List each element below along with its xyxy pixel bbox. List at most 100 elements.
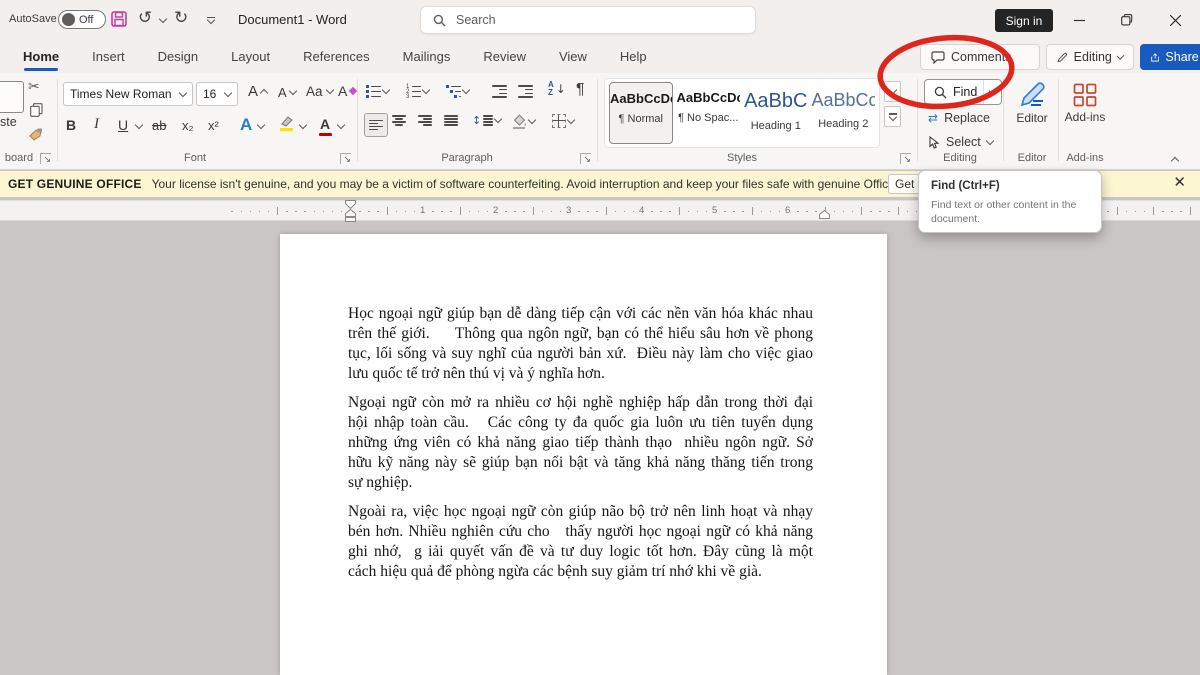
paragraph-2[interactable]: Ngoại ngữ còn mở ra nhiều cơ hội nghề ng… xyxy=(348,393,813,493)
underline-button[interactable]: U xyxy=(118,117,128,133)
ruler-tick xyxy=(368,211,370,213)
cursor-icon xyxy=(928,136,940,149)
font-color-button[interactable]: A xyxy=(320,116,330,132)
find-dropdown-button[interactable] xyxy=(983,80,1001,104)
copy-button[interactable] xyxy=(30,103,43,117)
hanging-indent-marker[interactable] xyxy=(345,209,356,222)
paragraph-1[interactable]: Học ngoại ngữ giúp bạn dễ dàng tiếp cận … xyxy=(348,304,813,384)
format-painter-button[interactable] xyxy=(28,128,43,142)
clipboard-dialog-launcher[interactable]: ↘ xyxy=(40,153,51,164)
highlight-button[interactable] xyxy=(278,115,295,132)
borders-button[interactable] xyxy=(552,114,574,128)
find-button[interactable]: Find xyxy=(924,79,1002,105)
numbering-button[interactable]: 123 xyxy=(406,85,429,98)
select-button[interactable]: Select xyxy=(928,135,993,149)
cut-button[interactable]: ✂ xyxy=(28,79,40,95)
tab-mailings[interactable]: Mailings xyxy=(400,40,454,73)
document-page[interactable]: Học ngoại ngữ giúp bạn dễ dàng tiếp cận … xyxy=(280,234,887,675)
bold-button[interactable]: B xyxy=(66,117,76,133)
share-button[interactable]: Share xyxy=(1140,44,1200,70)
highlight-dropdown-icon[interactable] xyxy=(299,121,307,129)
sign-in-button[interactable]: Sign in xyxy=(995,9,1053,32)
sort-button[interactable]: AZ ↓ xyxy=(548,81,566,97)
grow-font-button[interactable]: A xyxy=(248,83,267,100)
clear-formatting-button[interactable]: A xyxy=(338,83,356,99)
ribbon: ste ✂ board ↘ Times New Roman 16 A A Aa … xyxy=(0,73,1200,170)
add-ins-button[interactable]: Add-ins xyxy=(1062,83,1108,124)
collapse-ribbon-button[interactable] xyxy=(1171,157,1179,165)
subscript-button[interactable]: x₂ xyxy=(182,118,194,133)
tab-review[interactable]: Review xyxy=(480,40,529,73)
tab-references[interactable]: References xyxy=(300,40,372,73)
tab-home[interactable]: Home xyxy=(20,40,62,73)
ruler-tick xyxy=(377,211,379,213)
shrink-font-button[interactable]: A xyxy=(278,85,296,100)
editing-mode-label: Editing xyxy=(1074,50,1112,64)
superscript-button[interactable]: x² xyxy=(208,118,219,133)
banner-close-icon[interactable]: ✕ xyxy=(1173,173,1186,191)
text-effects-dropdown-icon[interactable] xyxy=(257,121,265,129)
editor-button[interactable]: Editor xyxy=(1012,81,1052,125)
strikethrough-button[interactable]: ab xyxy=(152,118,166,133)
text-effects-button[interactable]: A xyxy=(240,115,252,135)
comments-button[interactable]: Comments xyxy=(920,44,1040,70)
tab-insert[interactable]: Insert xyxy=(89,40,128,73)
chevron-down-icon xyxy=(1117,52,1125,60)
redo-button[interactable]: ↻ xyxy=(174,8,188,28)
replace-button[interactable]: ⇄ Replace xyxy=(928,111,990,125)
style-no-spac[interactable]: AaBbCcDc¶ No Spac... xyxy=(677,82,741,144)
save-button[interactable] xyxy=(110,10,128,28)
style-heading-1[interactable]: AaBbCHeading 1 xyxy=(744,82,808,144)
save-icon xyxy=(110,10,128,28)
change-case-button[interactable]: Aa xyxy=(306,84,333,99)
styles-more-button[interactable] xyxy=(884,106,901,127)
paragraph-3[interactable]: Ngoài ra, việc học ngoại ngữ còn giúp nã… xyxy=(348,502,813,582)
style-heading-2[interactable]: AaBbCcHeading 2 xyxy=(812,82,876,144)
restore-button[interactable] xyxy=(1110,5,1144,35)
tab-help[interactable]: Help xyxy=(617,40,650,73)
customize-quick-access-button[interactable] xyxy=(200,9,222,31)
undo-button[interactable]: ↺ xyxy=(138,8,152,28)
autosave-toggle[interactable]: Off xyxy=(58,10,106,29)
tab-layout[interactable]: Layout xyxy=(228,40,273,73)
font-size-select[interactable]: 16 xyxy=(196,82,238,106)
find-button-main[interactable]: Find xyxy=(925,85,983,99)
paragraph-dialog-launcher[interactable]: ↘ xyxy=(580,153,591,164)
close-button[interactable] xyxy=(1158,5,1192,35)
align-center-button[interactable] xyxy=(392,115,406,126)
font-group-label: Font xyxy=(130,152,260,164)
paste-icon[interactable] xyxy=(0,81,24,113)
shading-button[interactable] xyxy=(512,114,535,129)
increase-indent-button[interactable] xyxy=(518,85,533,98)
underline-dropdown-icon[interactable] xyxy=(135,121,143,129)
justify-button[interactable] xyxy=(444,115,458,126)
right-indent-marker[interactable] xyxy=(819,210,830,219)
paste-label-partial[interactable]: ste xyxy=(0,115,17,129)
font-name-select[interactable]: Times New Roman xyxy=(63,82,193,106)
ruler-tick xyxy=(779,211,781,213)
first-line-indent-marker[interactable] xyxy=(345,200,356,209)
align-right-button[interactable] xyxy=(418,115,432,126)
add-ins-group-label: Add-ins xyxy=(1052,152,1118,164)
format-painter-icon xyxy=(28,128,43,142)
font-color-dropdown-icon[interactable] xyxy=(337,121,345,129)
align-left-button[interactable] xyxy=(364,113,388,137)
style-normal[interactable]: AaBbCcDc¶ Normal xyxy=(609,82,673,144)
clipboard-group-label-partial: board xyxy=(0,152,44,164)
italic-button[interactable]: I xyxy=(94,116,99,133)
tab-view[interactable]: View xyxy=(556,40,590,73)
show-marks-button[interactable]: ¶ xyxy=(576,81,585,99)
undo-dropdown-icon[interactable] xyxy=(159,15,167,23)
editing-mode-button[interactable]: Editing xyxy=(1046,44,1134,70)
ruler-tick xyxy=(669,211,671,213)
styles-scroll-down-button[interactable] xyxy=(884,81,901,102)
decrease-indent-button[interactable] xyxy=(492,85,507,98)
line-spacing-button[interactable]: ↕ xyxy=(472,114,501,127)
bullets-button[interactable] xyxy=(366,85,389,98)
search-input[interactable]: Search xyxy=(420,6,756,34)
tooltip-title: Find (Ctrl+F) xyxy=(931,180,1089,192)
tab-design[interactable]: Design xyxy=(155,40,201,73)
font-dialog-launcher[interactable]: ↘ xyxy=(340,153,351,164)
multilevel-list-button[interactable] xyxy=(446,85,469,98)
minimize-button[interactable] xyxy=(1062,5,1096,35)
